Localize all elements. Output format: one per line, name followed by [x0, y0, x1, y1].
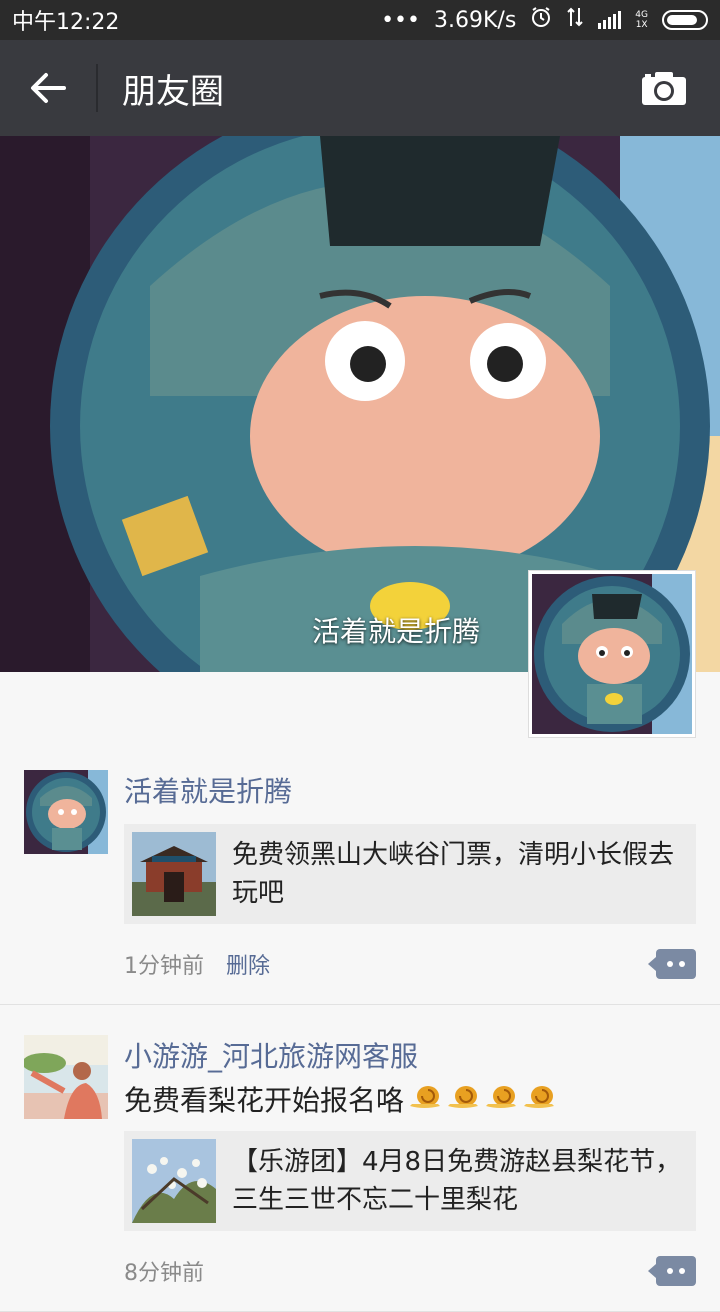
dot-icon — [667, 961, 673, 967]
post-author[interactable]: 小游游_河北旅游网客服 — [124, 1035, 696, 1079]
post-time: 8分钟前 — [124, 1261, 204, 1286]
dot-icon — [679, 961, 685, 967]
dot-icon — [679, 1268, 685, 1274]
post-text: 免费看梨花开始报名咯 — [124, 1081, 696, 1121]
shared-link-card[interactable]: 【乐游团】4月8日免费游赵县梨花节，三生三世不忘二十里梨花 — [124, 1131, 696, 1231]
network-speed: 3.69K/s — [434, 7, 517, 33]
link-title: 【乐游团】4月8日免费游赵县梨花节，三生三世不忘二十里梨花 — [232, 1147, 682, 1215]
link-thumbnail — [132, 1139, 216, 1223]
status-bar: 中午12:22 ••• 3.69K/s 4G 1X — [0, 0, 720, 40]
page-title: 朋友圈 — [122, 71, 224, 112]
profile-avatar[interactable] — [528, 570, 696, 738]
nav-divider — [96, 64, 98, 112]
avatar[interactable] — [24, 770, 108, 854]
status-time: 中午12:22 — [12, 10, 120, 35]
moments-feed: 活着就是折腾 免费领黑山大峡谷门票，清明小长假去玩吧 1分钟前 删除 小游游_河… — [0, 740, 720, 1312]
comment-more-button[interactable] — [648, 949, 696, 979]
post-author[interactable]: 活着就是折腾 — [124, 770, 696, 814]
comment-more-button[interactable] — [648, 1256, 696, 1286]
status-dots: ••• — [381, 7, 420, 33]
post-meta: 1分钟前 删除 — [124, 924, 696, 1004]
arrow-left-icon — [31, 73, 66, 103]
alarm-icon — [530, 6, 552, 34]
nav-bar: 朋友圈 — [0, 40, 720, 136]
battery-icon — [662, 10, 708, 30]
post: 活着就是折腾 免费领黑山大峡谷门票，清明小长假去玩吧 1分钟前 删除 — [0, 740, 720, 1005]
post-time: 1分钟前 — [124, 954, 204, 979]
post: 小游游_河北旅游网客服 免费看梨花开始报名咯 【乐游团】4月8日免费游赵县梨花节… — [0, 1005, 720, 1312]
signal-icon — [598, 11, 622, 29]
snail-emoji-icon — [522, 1081, 556, 1121]
link-title: 免费领黑山大峡谷门票，清明小长假去玩吧 — [232, 840, 675, 908]
snail-emoji-icon — [484, 1081, 518, 1121]
snail-emoji-icon — [446, 1081, 480, 1121]
camera-icon — [642, 72, 686, 105]
data-transfer-icon — [566, 6, 584, 34]
delete-button[interactable]: 删除 — [226, 948, 270, 980]
camera-button[interactable] — [616, 40, 712, 136]
network-type: 4G 1X — [635, 10, 648, 30]
snail-emoji-icon — [408, 1081, 442, 1121]
shared-link-card[interactable]: 免费领黑山大峡谷门票，清明小长假去玩吧 — [124, 824, 696, 924]
back-button[interactable] — [0, 40, 96, 136]
avatar[interactable] — [24, 1035, 108, 1119]
post-meta: 8分钟前 — [124, 1231, 696, 1311]
cover-username: 活着就是折腾 — [312, 615, 481, 648]
link-thumbnail — [132, 832, 216, 916]
dot-icon — [667, 1268, 673, 1274]
